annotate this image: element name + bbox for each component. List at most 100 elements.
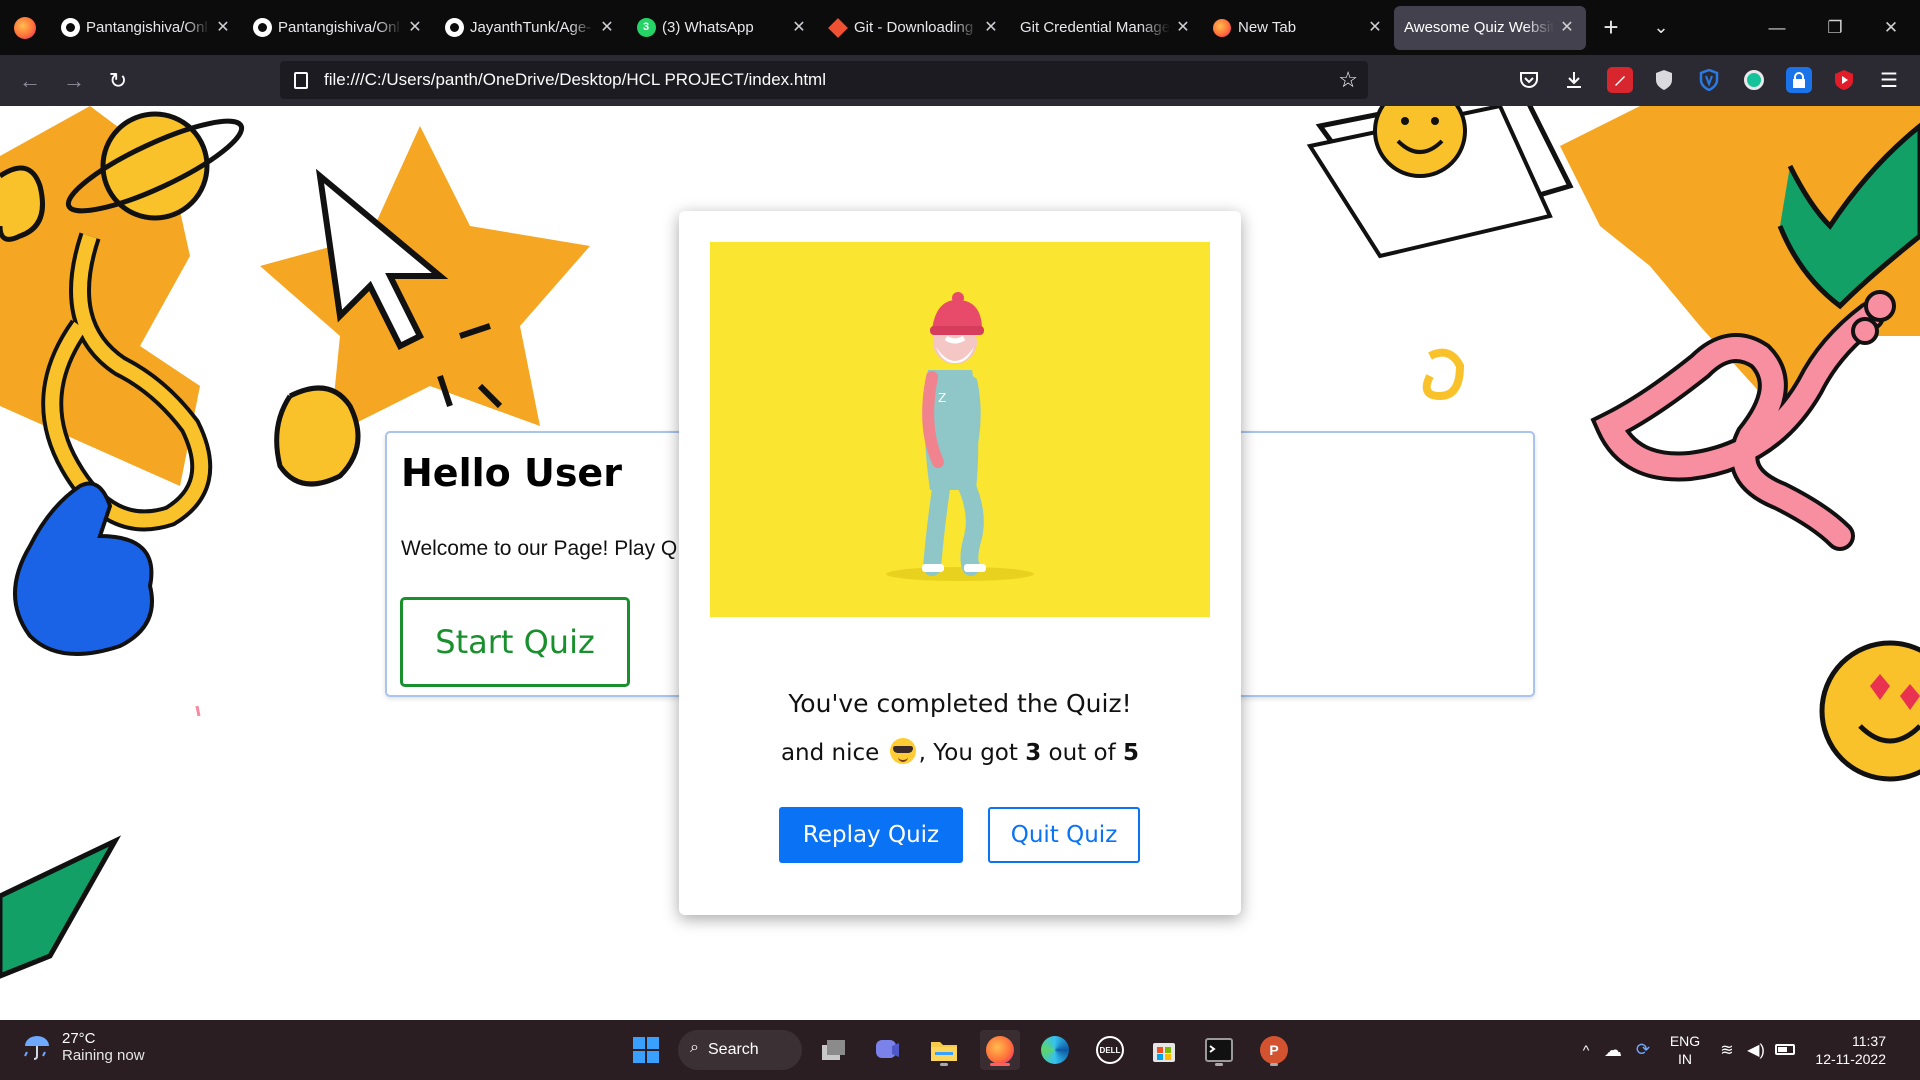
smiley-doodle [1373,106,1467,178]
onedrive-cloud-icon[interactable]: ☁ [1598,1040,1628,1061]
score-middle: , You got [918,740,1018,766]
tab-github-1[interactable]: Pantangishiva/Onl ✕ [50,6,242,50]
microsoft-store-icon[interactable] [1144,1030,1184,1070]
score-of: out of [1048,740,1116,766]
close-tab-icon[interactable]: ✕ [214,19,232,37]
heart-eyes-emoji-doodle [1819,640,1920,782]
reload-icon[interactable]: ↻ [96,55,140,106]
git-icon [828,17,848,38]
extension-red-pen-icon[interactable] [1607,67,1633,93]
file-explorer-icon[interactable] [924,1030,964,1070]
vpn-shield-icon[interactable] [1696,67,1722,93]
result-modal: Z You've completed the Quiz! and nice , … [679,211,1241,915]
url-text[interactable]: file:///C:/Users/panth/OneDrive/Desktop/… [324,70,826,90]
welcome-text: Welcome to our Page! Play Q [401,537,678,560]
language-indicator[interactable]: ENG IN [1658,1032,1712,1068]
tab-git-download[interactable]: Git - Downloading ✕ [818,6,1010,50]
search-icon: ⌕ [690,1039,699,1056]
tab-label: Awesome Quiz Websit [1404,19,1554,36]
edge-icon[interactable] [1035,1030,1075,1070]
tab-label: New Tab [1238,19,1297,36]
svg-text:Z: Z [938,391,946,405]
running-indicator [1215,1063,1223,1066]
close-window-icon[interactable]: ✕ [1862,0,1920,55]
quiz-completed-title: You've completed the Quiz! [788,689,1132,718]
green-triangle-doodle [0,835,122,979]
terminal-icon[interactable] [1199,1030,1239,1070]
grammar-extension-icon[interactable] [1741,67,1767,93]
search-label: Search [708,1041,759,1058]
address-bar[interactable]: file:///C:/Users/panth/OneDrive/Desktop/… [280,61,1368,99]
active-indicator [990,1063,1010,1066]
tab-label: Git Credential Manage [1020,19,1170,36]
score-text: and nice , You got 3 out of 5 [679,738,1241,766]
firefox-menu-icon[interactable] [0,0,50,55]
small-hand-doodle [274,385,361,487]
close-tab-icon[interactable]: ✕ [1174,19,1192,37]
pocket-icon[interactable] [1516,67,1542,93]
score-total: 5 [1123,740,1140,766]
chevron-up-icon[interactable]: ^ [1574,1042,1598,1058]
powerpoint-icon[interactable]: P [1254,1030,1294,1070]
firefox-taskbar-icon[interactable] [980,1030,1020,1070]
rain-umbrella-icon [24,1036,49,1060]
close-tab-icon[interactable]: ✕ [406,19,424,37]
quit-quiz-button[interactable]: Quit Quiz [988,807,1140,863]
close-tab-icon[interactable]: ✕ [790,19,808,37]
new-tab-plus-icon[interactable]: + [1586,6,1636,50]
clock[interactable]: 11:37 12-11-2022 [1800,1032,1886,1068]
youtube-extension-icon[interactable] [1831,67,1857,93]
forward-arrow-icon[interactable]: → [52,55,96,106]
quiz-page: Hello User Welcome to our Page! Play Q S… [0,106,1920,1020]
shield-extension-icon[interactable] [1651,67,1677,93]
tab-label: Pantangishiva/Onl [86,19,208,36]
sunglasses-emoji-icon [889,738,916,764]
tab-label: (3) WhatsApp [662,19,754,36]
dell-icon[interactable]: DELL [1090,1030,1130,1070]
minimize-icon[interactable]: — [1748,0,1806,55]
back-arrow-icon[interactable]: ← [8,55,52,106]
tab-awesome-quiz[interactable]: Awesome Quiz Websit ✕ [1394,5,1586,50]
github-icon [60,18,80,38]
close-tab-icon[interactable]: ✕ [982,19,1000,37]
list-all-tabs-chevron-icon[interactable]: ⌄ [1636,6,1686,50]
start-quiz-button[interactable]: Start Quiz [400,597,630,687]
tab-github-2[interactable]: Pantangishiva/Onl ✕ [242,6,434,50]
taskbar-search-button[interactable]: ⌕ Search [678,1030,802,1070]
close-tab-icon[interactable]: ✕ [598,19,616,37]
tab-git-credential[interactable]: Git Credential Manage ✕ [1010,6,1202,50]
bookmark-star-icon[interactable]: ☆ [1338,67,1358,93]
windows-start-icon[interactable] [626,1030,666,1070]
downloads-icon[interactable] [1561,67,1587,93]
replay-quiz-button[interactable]: Replay Quiz [779,807,963,863]
teams-chat-icon[interactable] [868,1030,908,1070]
tab-label: Git - Downloading [854,19,974,36]
task-view-icon[interactable] [814,1030,854,1070]
tab-github-3[interactable]: JayanthTunk/Age- ✕ [434,6,626,50]
running-indicator [1270,1063,1278,1066]
weather-condition: Raining now [62,1047,145,1064]
weather-widget[interactable]: 27°C Raining now [22,1030,145,1064]
sync-icon[interactable]: ⟳ [1628,1040,1658,1060]
score-value: 3 [1025,740,1042,766]
restore-icon[interactable]: ❐ [1806,0,1864,55]
firefox-icon [1212,18,1232,38]
tab-label: Pantangishiva/Onl [278,19,400,36]
lock-extension-icon[interactable] [1786,67,1812,93]
hand-doodle [0,165,45,242]
tab-new-tab[interactable]: New Tab ✕ [1202,6,1394,50]
tab-strip: Pantangishiva/Onl ✕ Pantangishiva/Onl ✕ … [0,0,1920,55]
hamburger-menu-icon[interactable]: ☰ [1876,67,1902,93]
github-icon [444,18,464,38]
battery-icon[interactable] [1770,1042,1800,1058]
wifi-icon[interactable]: ≋ [1712,1040,1742,1060]
clock-date: 12-11-2022 [1815,1051,1886,1067]
welcome-heading: Hello User [401,451,622,495]
whatsapp-icon: 3 [636,18,656,38]
close-tab-icon[interactable]: ✕ [1558,19,1576,37]
weather-temperature: 27°C [62,1030,96,1047]
volume-icon[interactable]: ◀) [1742,1040,1770,1060]
tab-whatsapp[interactable]: 3 (3) WhatsApp ✕ [626,6,818,50]
tab-label: JayanthTunk/Age- [470,19,592,36]
close-tab-icon[interactable]: ✕ [1366,19,1384,37]
